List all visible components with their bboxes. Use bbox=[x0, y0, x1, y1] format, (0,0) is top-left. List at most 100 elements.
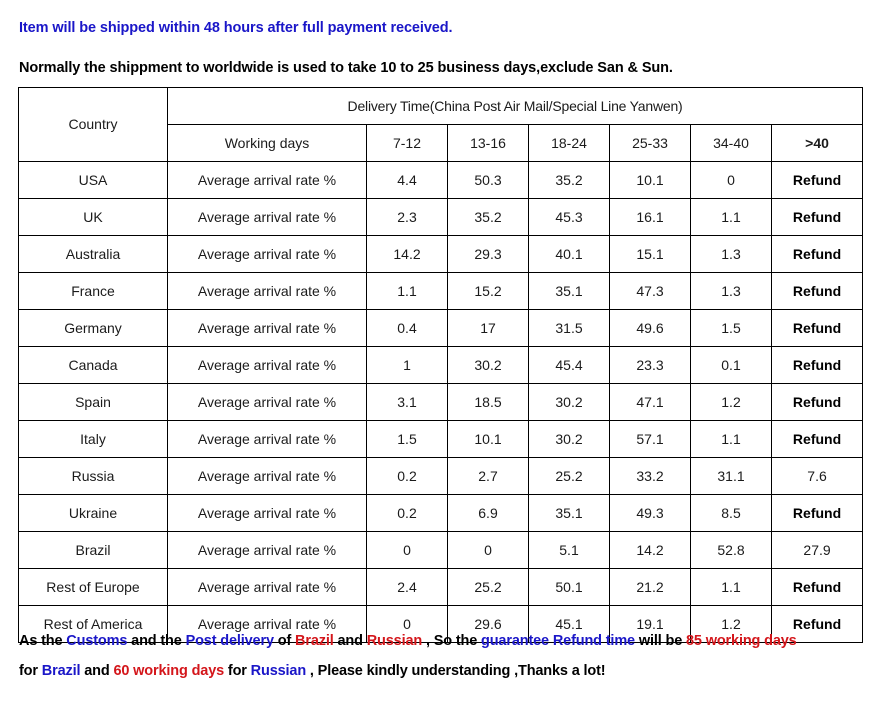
footer-text-segment: of bbox=[277, 633, 296, 649]
table-row: France Average arrival rate % 1.1 15.2 35.1 4… bbox=[18, 272, 864, 310]
cell-arrival-rate: 6.9 bbox=[447, 494, 529, 532]
footer-text-segment: for bbox=[19, 663, 42, 679]
cell-arrival-rate: 1.1 bbox=[690, 198, 772, 236]
cell-arrival-rate: 35.1 bbox=[528, 272, 610, 310]
cell-arrival-rate: 1.5 bbox=[366, 420, 448, 458]
cell-arrival-rate: 0.2 bbox=[366, 457, 448, 495]
cell-arrival-rate: 10.1 bbox=[609, 161, 691, 199]
column-header-range-7-12: 7-12 bbox=[366, 124, 448, 162]
cell-arrival-rate: 15.2 bbox=[447, 272, 529, 310]
cell-country: France bbox=[18, 272, 168, 310]
cell-arrival-rate: 30.2 bbox=[528, 420, 610, 458]
cell-arrival-rate: 35.1 bbox=[528, 494, 610, 532]
footer-text-segment: and bbox=[84, 663, 114, 679]
cell-rate-label: Average arrival rate % bbox=[167, 235, 367, 273]
footer-text-segment: 85 working days bbox=[686, 633, 797, 649]
cell-arrival-rate: 23.3 bbox=[609, 346, 691, 384]
table-row: USA Average arrival rate % 4.4 50.3 35.2 10.1… bbox=[18, 161, 864, 199]
worldwide-shipping-notice: Normally the shippment to worldwide is u… bbox=[19, 60, 673, 76]
cell-arrival-rate: 45.3 bbox=[528, 198, 610, 236]
cell-arrival-rate: 29.3 bbox=[447, 235, 529, 273]
cell-arrival-rate: 8.5 bbox=[690, 494, 772, 532]
cell-country: Italy bbox=[18, 420, 168, 458]
column-header-range-over-40: >40 bbox=[770, 124, 864, 162]
cell-country: USA bbox=[18, 161, 168, 199]
column-header-delivery-time: Delivery Time(China Post Air Mail/Specia… bbox=[166, 87, 864, 125]
cell-arrival-rate: 0 bbox=[447, 531, 529, 569]
footer-text-segment: guarantee Refund time bbox=[481, 633, 639, 649]
cell-arrival-rate: 45.4 bbox=[528, 346, 610, 384]
cell-arrival-rate: 35.2 bbox=[528, 161, 610, 199]
cell-arrival-rate: 1.1 bbox=[690, 420, 772, 458]
cell-refund: Refund bbox=[770, 309, 864, 347]
refund-policy-line-2: for Brazil and 60 working days for Russi… bbox=[19, 663, 879, 679]
cell-country: UK bbox=[18, 198, 168, 236]
cell-arrival-rate: 3.1 bbox=[366, 383, 448, 421]
cell-arrival-rate: 17 bbox=[447, 309, 529, 347]
column-header-range-13-16: 13-16 bbox=[447, 124, 529, 162]
cell-arrival-rate: 27.9 bbox=[770, 531, 864, 569]
shipping-info-page: Item will be shipped within 48 hours aft… bbox=[0, 0, 883, 710]
cell-country: Russia bbox=[18, 457, 168, 495]
column-header-range-34-40: 34-40 bbox=[690, 124, 772, 162]
table-row: Russia Average arrival rate % 0.2 2.7 25.2 33… bbox=[18, 457, 864, 495]
refund-policy-footer: As the Customs and the Post delivery of … bbox=[19, 633, 879, 693]
cell-country: Germany bbox=[18, 309, 168, 347]
cell-arrival-rate: 0 bbox=[366, 531, 448, 569]
table-row: UK Average arrival rate % 2.3 35.2 45.3 16.1 1… bbox=[18, 198, 864, 236]
table-row: Spain Average arrival rate % 3.1 18.5 30.2 47… bbox=[18, 383, 864, 421]
cell-arrival-rate: 2.3 bbox=[366, 198, 448, 236]
cell-arrival-rate: 0 bbox=[690, 161, 772, 199]
cell-rate-label: Average arrival rate % bbox=[167, 198, 367, 236]
cell-arrival-rate: 30.2 bbox=[447, 346, 529, 384]
cell-country: Canada bbox=[18, 346, 168, 384]
table-row: Ukraine Average arrival rate % 0.2 6.9 35.1 4… bbox=[18, 494, 864, 532]
cell-rate-label: Average arrival rate % bbox=[167, 161, 367, 199]
cell-arrival-rate: 47.1 bbox=[609, 383, 691, 421]
refund-policy-line-1: As the Customs and the Post delivery of … bbox=[19, 633, 879, 649]
cell-arrival-rate: 1.3 bbox=[690, 272, 772, 310]
footer-text-segment: , So the bbox=[425, 633, 482, 649]
footer-text-segment: Brazil bbox=[295, 633, 338, 649]
table-row: Germany Average arrival rate % 0.4 17 31.5 49… bbox=[18, 309, 864, 347]
cell-arrival-rate: 52.8 bbox=[690, 531, 772, 569]
cell-arrival-rate: 1.2 bbox=[690, 383, 772, 421]
cell-arrival-rate: 31.5 bbox=[528, 309, 610, 347]
cell-refund: Refund bbox=[770, 161, 864, 199]
cell-arrival-rate: 2.4 bbox=[366, 568, 448, 606]
table-row: Australia Average arrival rate % 14.2 29.3 4… bbox=[18, 235, 864, 273]
cell-country: Brazil bbox=[18, 531, 168, 569]
cell-arrival-rate: 35.2 bbox=[447, 198, 529, 236]
cell-refund: Refund bbox=[770, 568, 864, 606]
footer-text-segment: 60 working days bbox=[113, 663, 228, 679]
delivery-time-table-container: Country Delivery Time(China Post Air Mai… bbox=[18, 87, 864, 643]
cell-refund: Refund bbox=[770, 383, 864, 421]
cell-arrival-rate: 1.5 bbox=[690, 309, 772, 347]
cell-arrival-rate: 7.6 bbox=[770, 457, 864, 495]
cell-arrival-rate: 14.2 bbox=[366, 235, 448, 273]
cell-arrival-rate: 21.2 bbox=[609, 568, 691, 606]
footer-text-segment: Russian bbox=[366, 633, 426, 649]
footer-text-segment: will be bbox=[638, 633, 687, 649]
cell-refund: Refund bbox=[770, 235, 864, 273]
cell-rate-label: Average arrival rate % bbox=[167, 383, 367, 421]
cell-arrival-rate: 14.2 bbox=[609, 531, 691, 569]
cell-rate-label: Average arrival rate % bbox=[167, 457, 367, 495]
table-head: Country Delivery Time(China Post Air Mai… bbox=[18, 87, 864, 162]
cell-arrival-rate: 0.1 bbox=[690, 346, 772, 384]
cell-arrival-rate: 33.2 bbox=[609, 457, 691, 495]
cell-arrival-rate: 49.6 bbox=[609, 309, 691, 347]
footer-text-segment: and the bbox=[131, 633, 186, 649]
cell-arrival-rate: 50.1 bbox=[528, 568, 610, 606]
column-header-country: Country bbox=[18, 87, 168, 162]
table-body: USA Average arrival rate % 4.4 50.3 35.2 10.1… bbox=[18, 161, 864, 643]
cell-arrival-rate: 1.1 bbox=[366, 272, 448, 310]
footer-text-segment: , Please kindly understanding ,Thanks a … bbox=[306, 663, 606, 679]
footer-text-segment: and bbox=[337, 633, 367, 649]
cell-country: Ukraine bbox=[18, 494, 168, 532]
cell-refund: Refund bbox=[770, 198, 864, 236]
table-row: Rest of Europe Average arrival rate % 2.4 2… bbox=[18, 568, 864, 606]
cell-arrival-rate: 25.2 bbox=[447, 568, 529, 606]
cell-country: Rest of Europe bbox=[18, 568, 168, 606]
cell-refund: Refund bbox=[770, 272, 864, 310]
